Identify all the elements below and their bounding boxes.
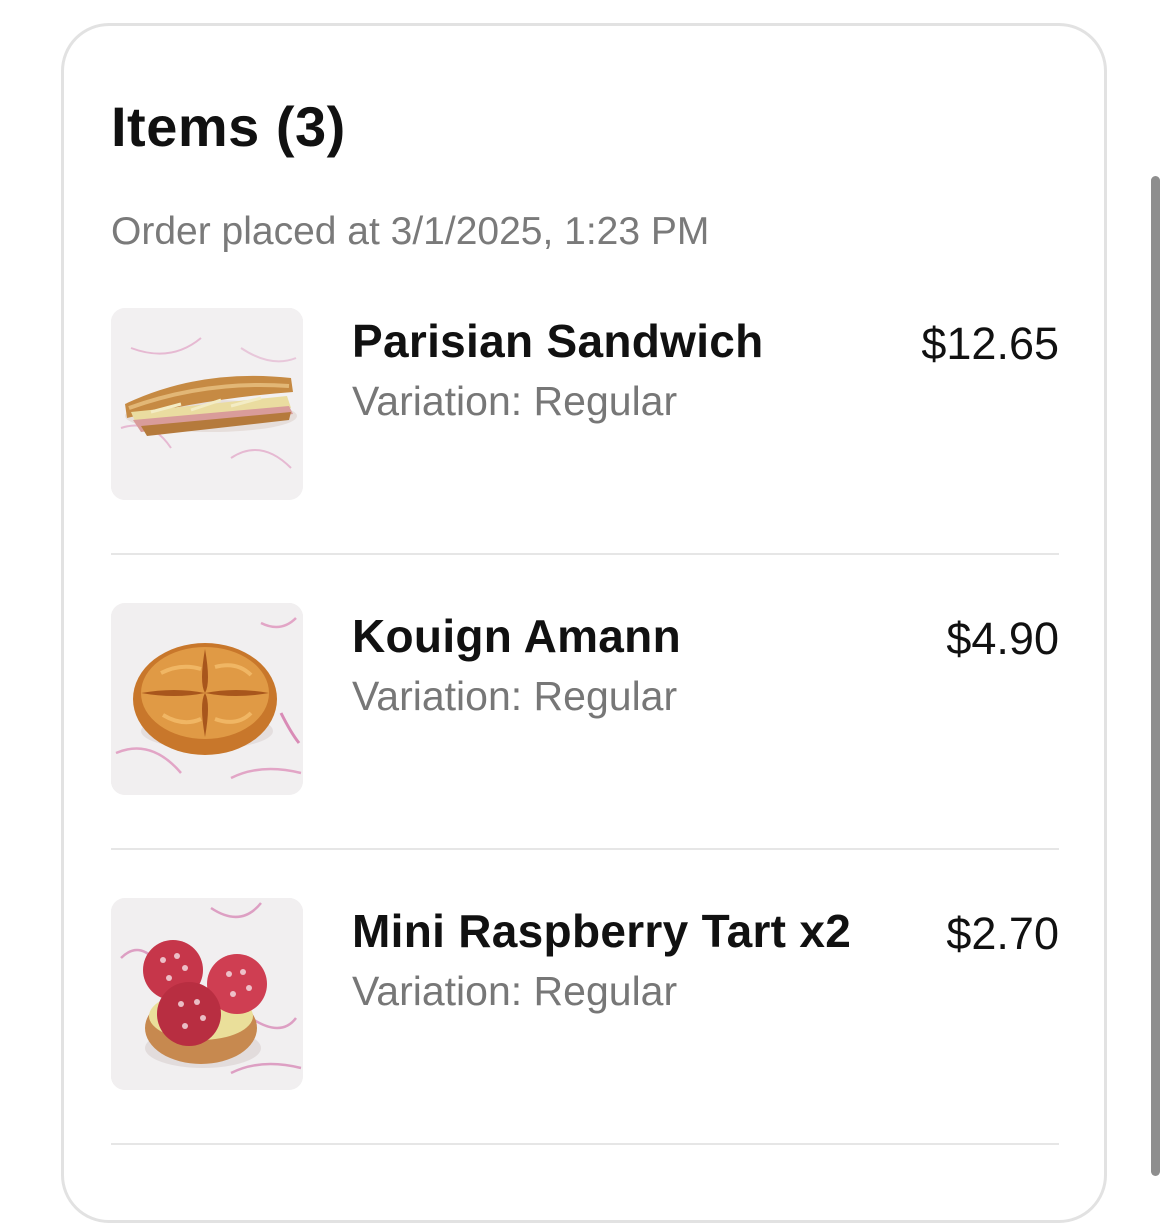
list-item[interactable]: Mini Raspberry Tart x2 Variation: Regula… — [111, 898, 1059, 1090]
item-variation: Variation: Regular — [352, 673, 678, 719]
item-name: Parisian Sandwich — [352, 315, 764, 367]
pastry-image — [111, 603, 303, 795]
item-price: $12.65 — [921, 318, 1059, 369]
item-variation: Variation: Regular — [352, 378, 678, 424]
divider — [111, 1143, 1059, 1145]
divider — [111, 553, 1059, 555]
sandwich-image — [111, 308, 303, 500]
item-name: Mini Raspberry Tart x2 — [352, 905, 852, 957]
items-title: Items (3) — [111, 95, 346, 158]
scrollbar[interactable] — [1151, 176, 1160, 1176]
order-placed-time: Order placed at 3/1/2025, 1:23 PM — [111, 210, 710, 253]
item-price: $4.90 — [946, 613, 1059, 664]
list-item[interactable]: Parisian Sandwich Variation: Regular $12… — [111, 308, 1059, 500]
raspberry-tart-image — [111, 898, 303, 1090]
divider — [111, 848, 1059, 850]
item-variation: Variation: Regular — [352, 968, 678, 1014]
item-name: Kouign Amann — [352, 610, 681, 662]
item-price: $2.70 — [946, 908, 1059, 959]
list-item[interactable]: Kouign Amann Variation: Regular $4.90 — [111, 603, 1059, 795]
